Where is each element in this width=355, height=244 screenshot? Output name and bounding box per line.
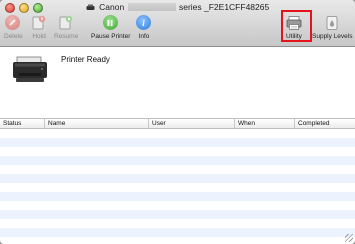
table-row (0, 192, 355, 201)
title-prefix: Canon (99, 2, 125, 12)
redacted-model (127, 3, 176, 11)
table-row (0, 183, 355, 192)
supply-levels-button[interactable]: Supply Levels (312, 15, 352, 40)
printer-icon (11, 55, 49, 90)
printer-small-icon (86, 3, 95, 13)
column-status[interactable]: Status (0, 119, 45, 128)
utility-highlight-box (281, 10, 312, 42)
delete-button[interactable]: Delete (4, 15, 23, 40)
table-rows (0, 129, 355, 237)
table-row (0, 210, 355, 219)
print-queue-window: Canon series _F2E1CFF48265 Delete Hold R… (0, 0, 355, 244)
table-row (0, 138, 355, 147)
pause-printer-label: Pause Printer (91, 33, 131, 40)
resume-button[interactable]: Resume (54, 15, 78, 40)
hold-label: Hold (32, 33, 46, 40)
pause-printer-button[interactable]: Pause Printer (91, 15, 130, 40)
column-when[interactable]: When (235, 119, 295, 128)
supply-levels-label: Supply Levels (312, 33, 353, 40)
hold-icon (31, 15, 47, 31)
table-row (0, 129, 355, 138)
pause-icon (102, 15, 119, 31)
info-button[interactable]: i Info (136, 15, 152, 40)
delete-icon (5, 15, 21, 31)
table-row (0, 147, 355, 156)
title-suffix: series _F2E1CFF48265 (178, 2, 270, 12)
column-name[interactable]: Name (45, 119, 149, 128)
table-row (0, 165, 355, 174)
table-row (0, 156, 355, 165)
hold-button[interactable]: Hold (31, 15, 47, 40)
column-completed[interactable]: Completed (295, 119, 355, 128)
info-label: Info (138, 33, 150, 40)
column-user[interactable]: User (149, 119, 235, 128)
delete-label: Delete (4, 33, 23, 40)
table-row (0, 228, 355, 237)
info-icon: i (136, 15, 152, 31)
table-row (0, 201, 355, 210)
table-row (0, 219, 355, 228)
table-row (0, 174, 355, 183)
resize-handle[interactable] (345, 234, 353, 242)
resume-label: Resume (54, 33, 79, 40)
resume-icon (58, 15, 74, 31)
supply-levels-icon (324, 15, 340, 31)
printer-status: Printer Ready (61, 55, 110, 64)
job-queue-table: Status Name User When Completed (0, 118, 355, 244)
table-header: Status Name User When Completed (0, 118, 355, 129)
